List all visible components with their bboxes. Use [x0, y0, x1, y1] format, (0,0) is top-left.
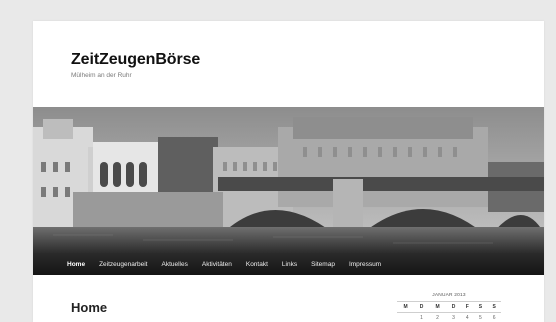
calendar-widget: JANUAR 2013 M D M D F S S 1 2 3 4 5 6 — [397, 293, 501, 322]
calendar-weekday: M — [397, 301, 415, 313]
calendar-day[interactable]: 2 — [429, 313, 446, 322]
main-navigation: Home Zeitzeugenarbeit Aktuelles Aktivitä… — [33, 253, 544, 275]
page-title: Home — [71, 300, 108, 315]
nav-item-kontakt[interactable]: Kontakt — [246, 261, 268, 268]
nav-item-aktuelles[interactable]: Aktuelles — [161, 261, 187, 268]
calendar-day[interactable]: 4 — [461, 313, 474, 322]
calendar-weekday: F — [460, 301, 474, 313]
calendar-day — [397, 313, 414, 322]
nav-item-sitemap[interactable]: Sitemap — [311, 261, 335, 268]
header-image — [33, 107, 544, 253]
calendar-weekday: S — [473, 301, 488, 313]
nav-item-links[interactable]: Links — [282, 261, 297, 268]
calendar-weekday: D — [446, 301, 461, 313]
nav-item-aktivitaeten[interactable]: Aktivitäten — [202, 261, 232, 268]
calendar-caption: JANUAR 2013 — [432, 293, 466, 298]
site-description: Mülheim an der Ruhr — [71, 72, 132, 79]
calendar-day[interactable]: 1 — [414, 313, 429, 322]
nav-item-impressum[interactable]: Impressum — [349, 261, 381, 268]
calendar-day[interactable]: 5 — [474, 313, 488, 322]
site-title-link[interactable]: ZeitZeugenBörse — [71, 51, 200, 69]
nav-item-home[interactable]: Home — [67, 261, 85, 268]
calendar-day[interactable]: 3 — [446, 313, 461, 322]
calendar-weekday: D — [414, 301, 429, 313]
nav-item-zeitzeugenarbeit[interactable]: Zeitzeugenarbeit — [99, 261, 147, 268]
calendar-day[interactable]: 6 — [487, 313, 501, 322]
calendar-table: M D M D F S S 1 2 3 4 5 6 — [397, 301, 501, 322]
calendar-weekday: S — [487, 301, 501, 313]
calendar-weekday: M — [428, 301, 447, 313]
page-container: ZeitZeugenBörse Mülheim an der Ruhr Home… — [33, 21, 544, 322]
